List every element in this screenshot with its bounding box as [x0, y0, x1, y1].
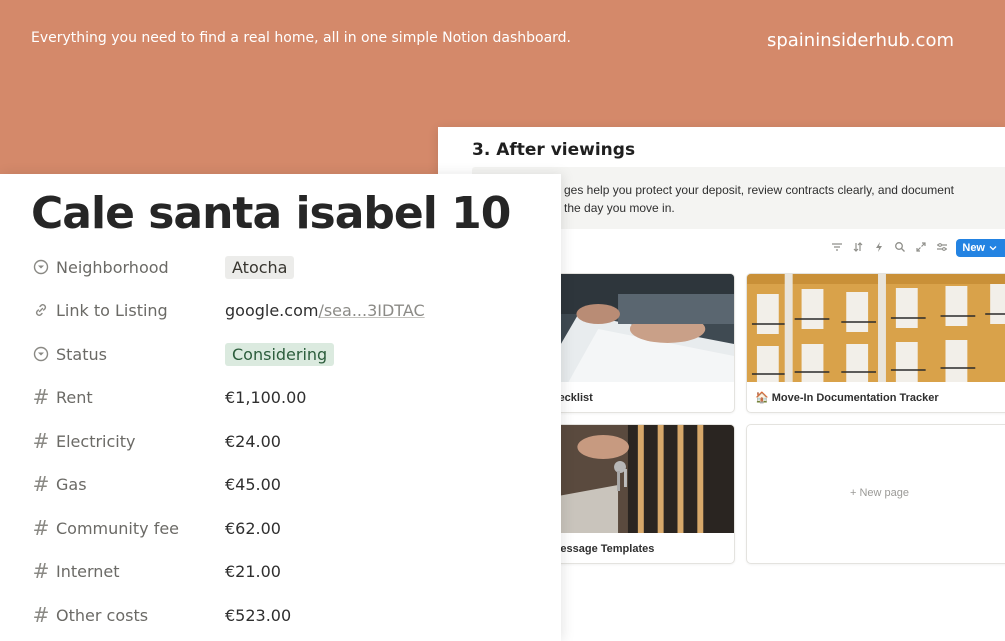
property-value[interactable]: €62.00 [225, 519, 281, 538]
automation-icon[interactable] [872, 241, 886, 255]
neighborhood-tag[interactable]: Atocha [225, 255, 295, 279]
database-toolbar: New [830, 237, 1005, 259]
property-row-community-fee[interactable]: # Community fee €62.00 [32, 513, 532, 543]
property-value[interactable]: €21.00 [225, 562, 281, 581]
card-title: 🏠 Move-In Documentation Tracker [755, 392, 939, 404]
property-row-other-costs[interactable]: # Other costs €523.00 [32, 600, 532, 630]
sort-icon[interactable] [851, 241, 865, 255]
listing-link-path: /sea...3IDTAC [318, 300, 425, 320]
property-value[interactable]: €24.00 [225, 432, 281, 451]
page-title[interactable]: Cale santa isabel 10 [31, 188, 511, 239]
banner-tagline: Everything you need to find a real home,… [31, 30, 571, 46]
status-icon [32, 345, 50, 363]
callout-line-2: the day you move in. [564, 201, 675, 215]
search-icon[interactable] [893, 241, 907, 255]
number-icon: # [32, 385, 50, 409]
filter-icon[interactable] [830, 241, 844, 255]
property-label: Neighborhood [56, 257, 169, 277]
property-row-status[interactable]: Status Considering [32, 339, 532, 369]
number-icon: # [32, 472, 50, 496]
property-label: Electricity [56, 431, 136, 451]
property-label: Link to Listing [56, 300, 168, 320]
callout-line-1: ges help you protect your deposit, revie… [564, 183, 954, 197]
property-row-electricity[interactable]: # Electricity €24.00 [32, 426, 532, 456]
property-row-neighborhood[interactable]: Neighborhood Atocha [32, 252, 532, 282]
property-row-gas[interactable]: # Gas €45.00 [32, 469, 532, 499]
gallery-card-move-in-tracker[interactable]: 🏠 Move-In Documentation Tracker [746, 273, 1005, 413]
property-label: Gas [56, 474, 87, 494]
property-row-internet[interactable]: # Internet €21.00 [32, 556, 532, 586]
new-button-label: New [962, 242, 985, 254]
property-label: Other costs [56, 605, 149, 625]
gallery-card-new-page[interactable]: + New page [746, 424, 1005, 564]
number-icon: # [32, 559, 50, 583]
property-row-link[interactable]: Link to Listing google.com/sea...3IDTAC [32, 295, 532, 325]
property-value[interactable]: €45.00 [225, 475, 281, 494]
property-value[interactable]: €523.00 [225, 606, 291, 625]
property-label: Community fee [56, 518, 180, 538]
listing-link-domain: google.com [225, 300, 319, 320]
new-page-label: + New page [849, 487, 909, 499]
listing-link[interactable]: google.com/sea...3IDTAC [225, 301, 425, 320]
property-label: Internet [56, 561, 120, 581]
property-value[interactable]: €1,100.00 [225, 388, 306, 407]
property-page-window: Cale santa isabel 10 Neighborhood Atocha… [0, 174, 561, 641]
property-row-rent[interactable]: # Rent €1,100.00 [32, 382, 532, 412]
select-icon [32, 258, 50, 276]
link-icon [32, 301, 50, 319]
chevron-down-icon [989, 246, 997, 251]
property-label: Rent [56, 387, 93, 407]
card-cover-image [747, 274, 1005, 382]
settings-icon[interactable] [935, 241, 949, 255]
property-label: Status [56, 344, 107, 364]
section-title: 3. After viewings [472, 140, 636, 160]
expand-icon[interactable] [914, 241, 928, 255]
new-button[interactable]: New [956, 239, 1005, 257]
number-icon: # [32, 429, 50, 453]
status-badge[interactable]: Considering [225, 342, 335, 366]
number-icon: # [32, 516, 50, 540]
number-icon: # [32, 603, 50, 627]
banner-site-url[interactable]: spaininsiderhub.com [767, 30, 954, 51]
